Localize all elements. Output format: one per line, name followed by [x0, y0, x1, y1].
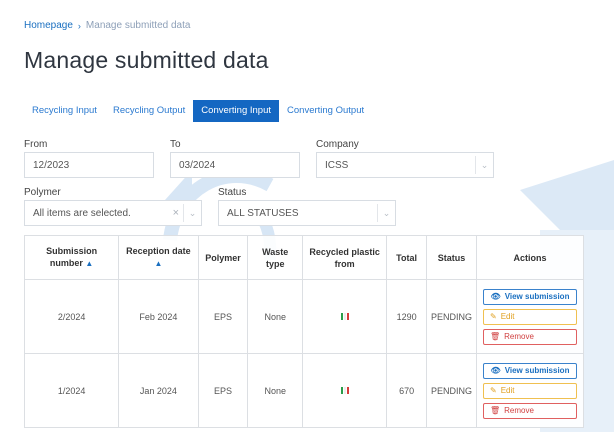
remove-label: Remove [504, 406, 534, 415]
sort-asc-icon[interactable]: ▲ [154, 259, 162, 268]
chevron-down-icon[interactable]: ⌄ [475, 156, 493, 174]
header-actions: Actions [475, 235, 585, 280]
cell-total: 1290 [386, 279, 427, 354]
cell-submission-number: 1/2024 [23, 353, 120, 428]
company-label: Company [316, 139, 359, 150]
cell-submission-number: 2/2024 [23, 279, 120, 354]
cell-reception-date: Jan 2024 [118, 353, 199, 428]
table-header-row: Submission number ▲ Reception date ▲ Pol… [23, 235, 585, 280]
tab-converting-output[interactable]: Converting Output [279, 100, 372, 122]
table-row: 1/2024 Jan 2024 EPS None 670 PENDING 👁 Vi… [23, 353, 585, 428]
cell-polymer: EPS [197, 279, 249, 354]
cell-recycled-from [302, 279, 388, 354]
from-label: From [24, 139, 48, 150]
italy-flag-icon [340, 386, 349, 394]
remove-button[interactable]: 🗑 Remove [482, 328, 577, 345]
edit-button[interactable]: ✎ Edit [482, 382, 577, 399]
from-date-input[interactable]: 12/2023 [24, 152, 154, 178]
polymer-label: Polymer [24, 187, 61, 198]
italy-flag-icon [340, 312, 349, 320]
chevron-down-icon[interactable]: ⌄ [183, 204, 201, 222]
header-submission-number[interactable]: Submission number ▲ [23, 235, 120, 280]
view-submission-button[interactable]: 👁 View submission [482, 288, 577, 305]
pencil-icon: ✎ [489, 312, 497, 321]
status-label: Status [218, 187, 247, 198]
eye-icon: 👁 [490, 366, 501, 375]
tab-recycling-output[interactable]: Recycling Output [105, 100, 193, 122]
status-select-value: ALL STATUSES [227, 208, 299, 219]
trash-icon: 🗑 [489, 332, 501, 341]
sort-asc-icon[interactable]: ▲ [85, 259, 93, 268]
to-date-input[interactable]: 03/2024 [170, 152, 300, 178]
view-submission-label: View submission [504, 292, 570, 301]
cell-actions: 👁 View submission ✎ Edit 🗑 Remove [475, 279, 585, 354]
cell-waste-type: None [247, 279, 304, 354]
header-recycled-from: Recycled plastic from [302, 235, 388, 280]
polymer-select-value: All items are selected. [33, 208, 131, 219]
cell-status: PENDING [425, 279, 477, 354]
tab-bar: Recycling Input Recycling Output Convert… [24, 100, 372, 122]
breadcrumb-home-link[interactable]: Homepage [24, 20, 73, 31]
eye-icon: 👁 [490, 292, 501, 301]
header-polymer: Polymer [197, 235, 249, 280]
cell-actions: 👁 View submission ✎ Edit 🗑 Remove [475, 353, 585, 428]
header-waste-type: Waste type [247, 235, 304, 280]
header-reception-date-label: Reception date [126, 246, 191, 256]
edit-label: Edit [500, 386, 515, 395]
header-status: Status [425, 235, 477, 280]
tab-recycling-input[interactable]: Recycling Input [24, 100, 105, 122]
cell-reception-date: Feb 2024 [118, 279, 199, 354]
trash-icon: 🗑 [489, 406, 501, 415]
company-select[interactable]: ICSS ⌄ [316, 152, 494, 178]
tab-converting-input[interactable]: Converting Input [193, 100, 280, 122]
cell-recycled-from [302, 353, 388, 428]
status-select[interactable]: ALL STATUSES ⌄ [218, 200, 396, 226]
clear-icon[interactable]: × [173, 207, 179, 219]
chevron-down-icon[interactable]: ⌄ [377, 204, 395, 222]
edit-button[interactable]: ✎ Edit [482, 308, 577, 325]
submissions-table: Submission number ▲ Reception date ▲ Pol… [23, 235, 585, 428]
header-reception-date[interactable]: Reception date ▲ [118, 235, 199, 280]
company-select-value: ICSS [325, 160, 349, 171]
polymer-select[interactable]: All items are selected. × ⌄ [24, 200, 202, 226]
cell-total: 670 [386, 353, 427, 428]
to-label: To [170, 139, 181, 150]
cell-status: PENDING [425, 353, 477, 428]
cell-polymer: EPS [197, 353, 249, 428]
table-row: 2/2024 Feb 2024 EPS None 1290 PENDING 👁 V… [23, 279, 585, 354]
edit-label: Edit [500, 312, 515, 321]
breadcrumb-separator: › [77, 20, 81, 31]
header-total: Total [386, 235, 427, 280]
page-title: Manage submitted data [24, 47, 269, 73]
view-submission-label: View submission [504, 366, 570, 375]
cell-waste-type: None [247, 353, 304, 428]
breadcrumb-current: Manage submitted data [85, 20, 191, 31]
actions-group: 👁 View submission ✎ Edit 🗑 Remove [481, 362, 579, 419]
actions-group: 👁 View submission ✎ Edit 🗑 Remove [481, 288, 579, 345]
remove-label: Remove [504, 332, 534, 341]
page: Homepage › Manage submitted data Manage … [0, 0, 614, 432]
remove-button[interactable]: 🗑 Remove [482, 402, 577, 419]
breadcrumb: Homepage › Manage submitted data [24, 20, 190, 31]
pencil-icon: ✎ [489, 386, 497, 395]
view-submission-button[interactable]: 👁 View submission [482, 362, 577, 379]
